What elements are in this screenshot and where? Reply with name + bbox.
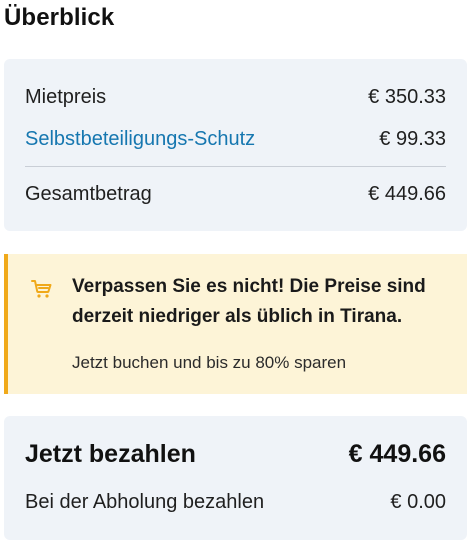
pay-now-label: Jetzt bezahlen [25,440,196,468]
total-label: Gesamtbetrag [25,183,152,205]
total-value: € 449.66 [368,183,446,205]
overview-title: Überblick [4,4,115,31]
protection-value: € 99.33 [379,128,446,150]
price-summary-card: Mietpreis € 350.33 Selbstbeteiligungs-Sc… [4,59,467,231]
payment-card: Jetzt bezahlen € 449.66 Bei der Abholung… [4,416,467,540]
rent-label: Mietpreis [25,86,107,108]
rent-row: Mietpreis € 350.33 [25,86,446,109]
promo-headline: Verpassen Sie es nicht! Die Preise sind … [72,276,426,327]
divider [25,166,446,167]
shopping-cart-icon [30,277,54,301]
pay-now-row: Jetzt bezahlen € 449.66 [25,440,446,469]
promo-banner: Verpassen Sie es nicht! Die Preise sind … [4,254,467,394]
promo-subtext: Jetzt buchen und bis zu 80% sparen [72,353,347,372]
pay-later-label: Bei der Abholung bezahlen [25,491,265,513]
pay-now-value: € 449.66 [348,440,446,468]
rent-value: € 350.33 [368,86,446,108]
protection-row: Selbstbeteiligungs-Schutz € 99.33 [25,128,446,151]
pay-later-row: Bei der Abholung bezahlen € 0.00 [25,491,446,514]
pay-later-value: € 0.00 [390,491,446,513]
total-row: Gesamtbetrag € 449.66 [25,183,446,206]
protection-link[interactable]: Selbstbeteiligungs-Schutz [25,128,255,151]
